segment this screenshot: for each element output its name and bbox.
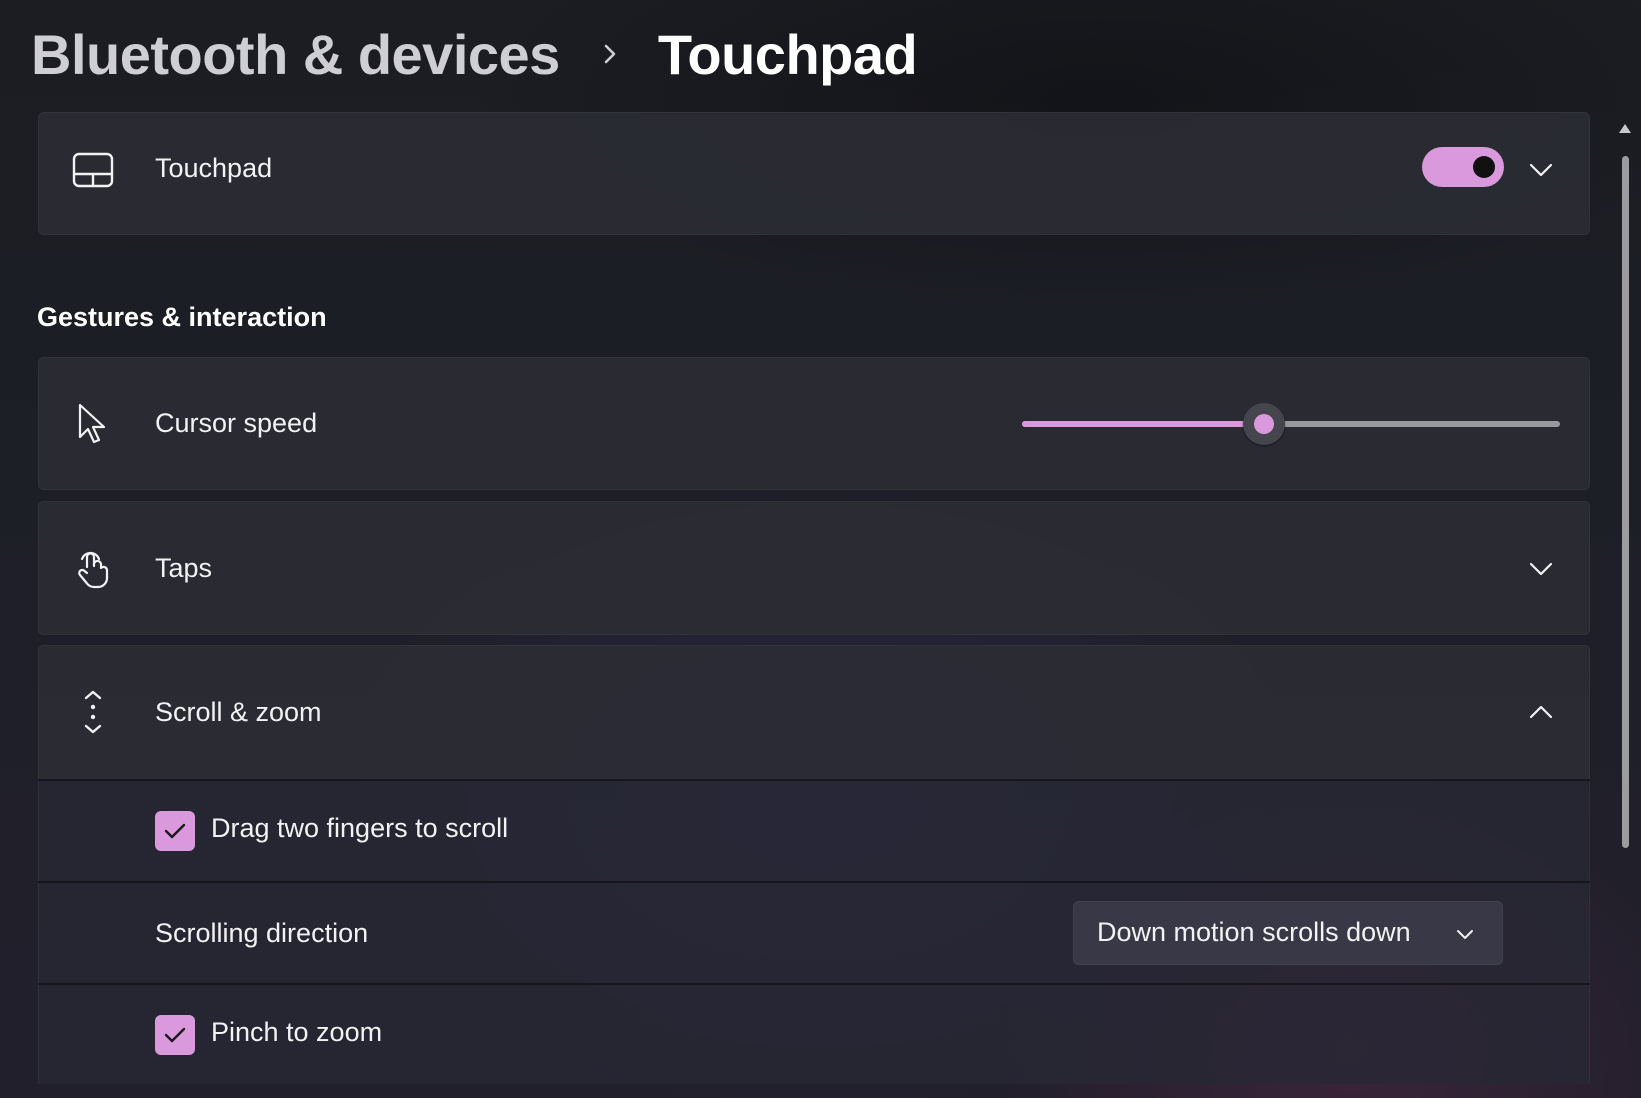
scrollbar[interactable] (1614, 114, 1636, 1098)
chevron-down-icon (1457, 930, 1473, 939)
cursor-speed-label: Cursor speed (155, 408, 318, 438)
dropdown-value: Down motion scrolls down (1097, 917, 1411, 947)
scrolling-direction-label: Scrolling direction (155, 918, 369, 948)
scroll-zoom-label: Scroll & zoom (155, 697, 322, 727)
cursor-icon (78, 403, 106, 444)
scrollbar-thumb[interactable] (1622, 156, 1629, 848)
toggle-knob (1473, 156, 1495, 178)
slider-thumb[interactable] (1243, 403, 1286, 445)
touchpad-label: Touchpad (155, 153, 273, 183)
divider (38, 779, 1590, 781)
divider (38, 983, 1590, 985)
scroll-up-arrow-icon[interactable] (1618, 122, 1632, 134)
slider-fill (1022, 421, 1265, 427)
drag-two-fingers-checkbox[interactable] (155, 811, 195, 851)
chevron-up-icon[interactable] (1527, 698, 1555, 726)
breadcrumb-parent-link[interactable]: Bluetooth & devices (31, 22, 560, 87)
checkmark-icon (164, 823, 186, 839)
scrolling-direction-dropdown[interactable]: Down motion scrolls down (1073, 901, 1503, 965)
cursor-speed-slider[interactable] (1022, 402, 1560, 446)
section-title: Gestures & interaction (37, 302, 327, 332)
pinch-to-zoom-checkbox[interactable] (155, 1015, 195, 1055)
scroll-arrows-icon (84, 690, 102, 734)
touchpad-icon (72, 152, 114, 188)
divider (38, 881, 1590, 883)
breadcrumb: Bluetooth & devices Touchpad (31, 14, 918, 94)
page-title: Touchpad (657, 22, 918, 86)
taps-label: Taps (155, 553, 213, 583)
checkmark-icon (164, 1027, 186, 1043)
chevron-down-icon[interactable] (1527, 156, 1555, 184)
slider-thumb-inner (1254, 414, 1275, 434)
touchpad-toggle[interactable] (1422, 147, 1504, 187)
chevron-right-icon (604, 44, 616, 64)
scroll-zoom-card[interactable]: Scroll & zoom (38, 645, 1590, 780)
tap-hand-icon (78, 551, 109, 589)
chevron-down-icon[interactable] (1527, 555, 1555, 583)
drag-two-fingers-label[interactable]: Drag two fingers to scroll (211, 813, 508, 844)
pinch-to-zoom-label[interactable]: Pinch to zoom (211, 1017, 382, 1048)
touchpad-card[interactable]: Touchpad (38, 112, 1590, 235)
taps-card[interactable]: Taps (38, 501, 1590, 635)
